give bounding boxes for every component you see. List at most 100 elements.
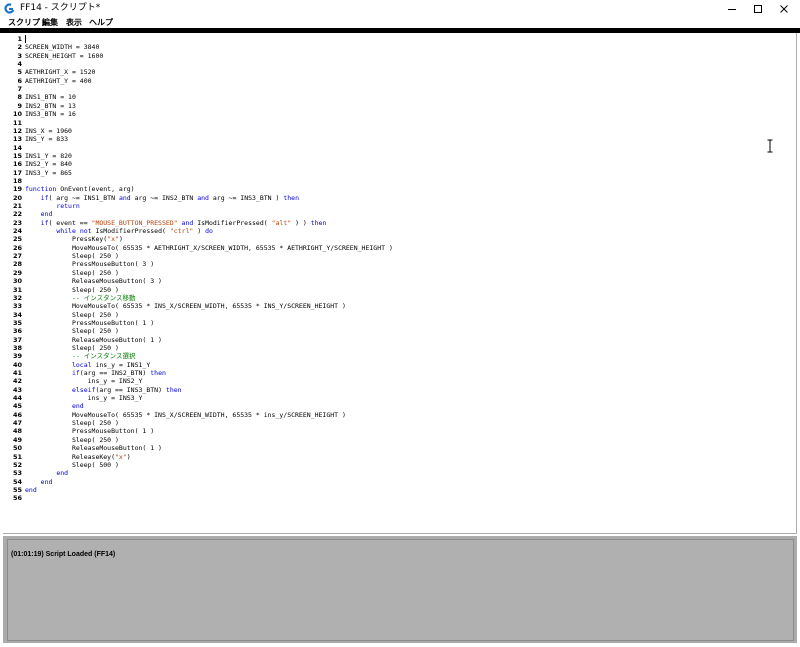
code-line: Sleep( 500 ) bbox=[25, 461, 119, 469]
code-line: INS_X = 1960 bbox=[25, 127, 72, 135]
code-token: Sleep( 250 ) bbox=[25, 252, 119, 261]
line-number: 3 bbox=[17, 51, 22, 60]
line-number: 40 bbox=[12, 360, 22, 369]
code-token: ReleaseKey( bbox=[25, 452, 116, 461]
code-token: end bbox=[71, 402, 84, 411]
code-token: ins_y = INS2_Y bbox=[25, 377, 143, 386]
code-token: and bbox=[197, 193, 209, 202]
code-line: PressMouseButton( 3 ) bbox=[25, 260, 154, 268]
code-token: ins_y = INS3_Y bbox=[25, 394, 143, 403]
code-line: SCREEN_HEIGHT = 1600 bbox=[25, 52, 103, 60]
close-icon bbox=[780, 4, 788, 13]
code-line: -- インスタンス選択 bbox=[25, 352, 135, 360]
code-token: return bbox=[56, 202, 80, 210]
close-button[interactable] bbox=[771, 0, 797, 17]
window-title: FF14 - スクリプト* bbox=[20, 3, 101, 13]
line-number: 45 bbox=[12, 402, 22, 411]
code-token: end bbox=[25, 485, 37, 494]
code-token: OnEvent(event, arg) bbox=[56, 185, 135, 194]
code-token: PressMouseButton( 1 ) bbox=[25, 318, 155, 327]
code-token: "x" bbox=[107, 235, 119, 244]
line-number: 52 bbox=[12, 460, 22, 469]
code-line: ReleaseMouseButton( 1 ) bbox=[25, 444, 162, 452]
menu-help[interactable]: ヘルプ bbox=[89, 17, 113, 28]
code-token: "ctrl" bbox=[169, 227, 194, 236]
line-number: 16 bbox=[12, 160, 22, 169]
code-line: Sleep( 250 ) bbox=[25, 419, 119, 427]
code-token: ( arg ~= INS1_BTN bbox=[48, 193, 119, 202]
line-number: 25 bbox=[12, 235, 22, 244]
code-token: arg ~= INS3_BTN ) bbox=[208, 193, 284, 202]
code-token: SCREEN_HEIGHT = 1600 bbox=[25, 51, 104, 60]
line-number: 8 bbox=[17, 93, 22, 102]
line-number: 46 bbox=[12, 410, 22, 419]
code-token: then bbox=[165, 385, 182, 394]
code-token: -- インスタンス移動 bbox=[71, 293, 136, 302]
line-number: 26 bbox=[12, 243, 22, 252]
menu-view[interactable]: 表示 bbox=[66, 17, 82, 28]
code-editor[interactable]: SCREEN_WIDTH = 3840 SCREEN_HEIGHT = 1600 A… bbox=[22, 33, 796, 533]
menu-edit[interactable]: 編集 bbox=[42, 17, 58, 28]
code-token: IsModifierPressed( bbox=[193, 218, 272, 227]
code-line: if( event == "MOUSE_BUTTON_PRESSED" and … bbox=[25, 218, 327, 227]
line-number: 38 bbox=[12, 343, 22, 352]
code-line: PressMouseButton( 1 ) bbox=[25, 427, 154, 435]
code-line: INS3_BTN = 16 bbox=[25, 110, 76, 118]
code-token: (arg == INS2_BTN) bbox=[79, 369, 151, 377]
code-token: -- インスタンス選択 bbox=[71, 352, 136, 361]
code-token: "x" bbox=[115, 452, 127, 461]
minimize-button[interactable] bbox=[719, 0, 745, 17]
code-line: local ins_y = INS1_Y bbox=[25, 361, 150, 369]
code-token: then bbox=[283, 193, 299, 202]
line-number: 54 bbox=[12, 477, 22, 486]
code-line: MoveMouseTo( 65535 * INS_X/SCREEN_WIDTH,… bbox=[25, 411, 346, 419]
line-number: 43 bbox=[12, 385, 22, 394]
line-number: 23 bbox=[12, 218, 22, 227]
maximize-button[interactable] bbox=[745, 0, 771, 17]
app-logo-icon bbox=[4, 3, 15, 14]
title-bar[interactable]: FF14 - スクリプト* bbox=[0, 0, 800, 17]
code-token: ins_y = INS1_Y bbox=[91, 360, 151, 369]
code-line: if( arg ~= INS1_BTN and arg ~= INS2_BTN … bbox=[25, 194, 299, 202]
line-number: 6 bbox=[17, 76, 22, 85]
code-token: and bbox=[181, 218, 194, 227]
code-token: INS3_Y = 865 bbox=[25, 168, 72, 177]
code-token: ) bbox=[193, 227, 206, 236]
code-line: end bbox=[25, 469, 68, 477]
log-message: (01:01:19) Script Loaded (FF14) bbox=[11, 551, 116, 558]
code-token: Sleep( 250 ) bbox=[25, 268, 119, 277]
code-token: "alt" bbox=[271, 218, 292, 227]
code-token: then bbox=[310, 218, 327, 227]
line-number: 18 bbox=[12, 176, 22, 185]
ibeam-cursor-icon bbox=[767, 139, 773, 153]
output-log-panel[interactable]: (01:01:19) Script Loaded (FF14) bbox=[7, 539, 794, 641]
maximize-icon bbox=[754, 4, 762, 13]
line-number: 48 bbox=[12, 427, 22, 436]
line-number: 30 bbox=[12, 277, 22, 286]
code-token: AETHRIGHT_X = 1520 bbox=[25, 68, 96, 77]
code-token: do bbox=[205, 227, 213, 236]
code-line: INS3_Y = 865 bbox=[25, 169, 72, 177]
code-token: INS_Y = 833 bbox=[25, 135, 69, 144]
line-number: 35 bbox=[12, 318, 22, 327]
code-token: Sleep( 250 ) bbox=[25, 310, 119, 319]
code-token: and bbox=[118, 193, 131, 202]
line-number: 31 bbox=[12, 285, 22, 294]
code-token: SCREEN_WIDTH = 3840 bbox=[25, 43, 100, 52]
code-token: elseif bbox=[71, 385, 96, 394]
code-token: function bbox=[25, 185, 57, 194]
line-number: 28 bbox=[12, 260, 22, 269]
code-line: end bbox=[25, 402, 84, 410]
line-number: 13 bbox=[12, 135, 22, 144]
code-line: ReleaseMouseButton( 1 ) bbox=[25, 336, 162, 344]
line-number: 15 bbox=[12, 151, 22, 160]
code-token: Sleep( 250 ) bbox=[25, 285, 119, 294]
code-token: INS1_Y = 820 bbox=[25, 151, 72, 160]
code-line: Sleep( 250 ) bbox=[25, 436, 119, 444]
